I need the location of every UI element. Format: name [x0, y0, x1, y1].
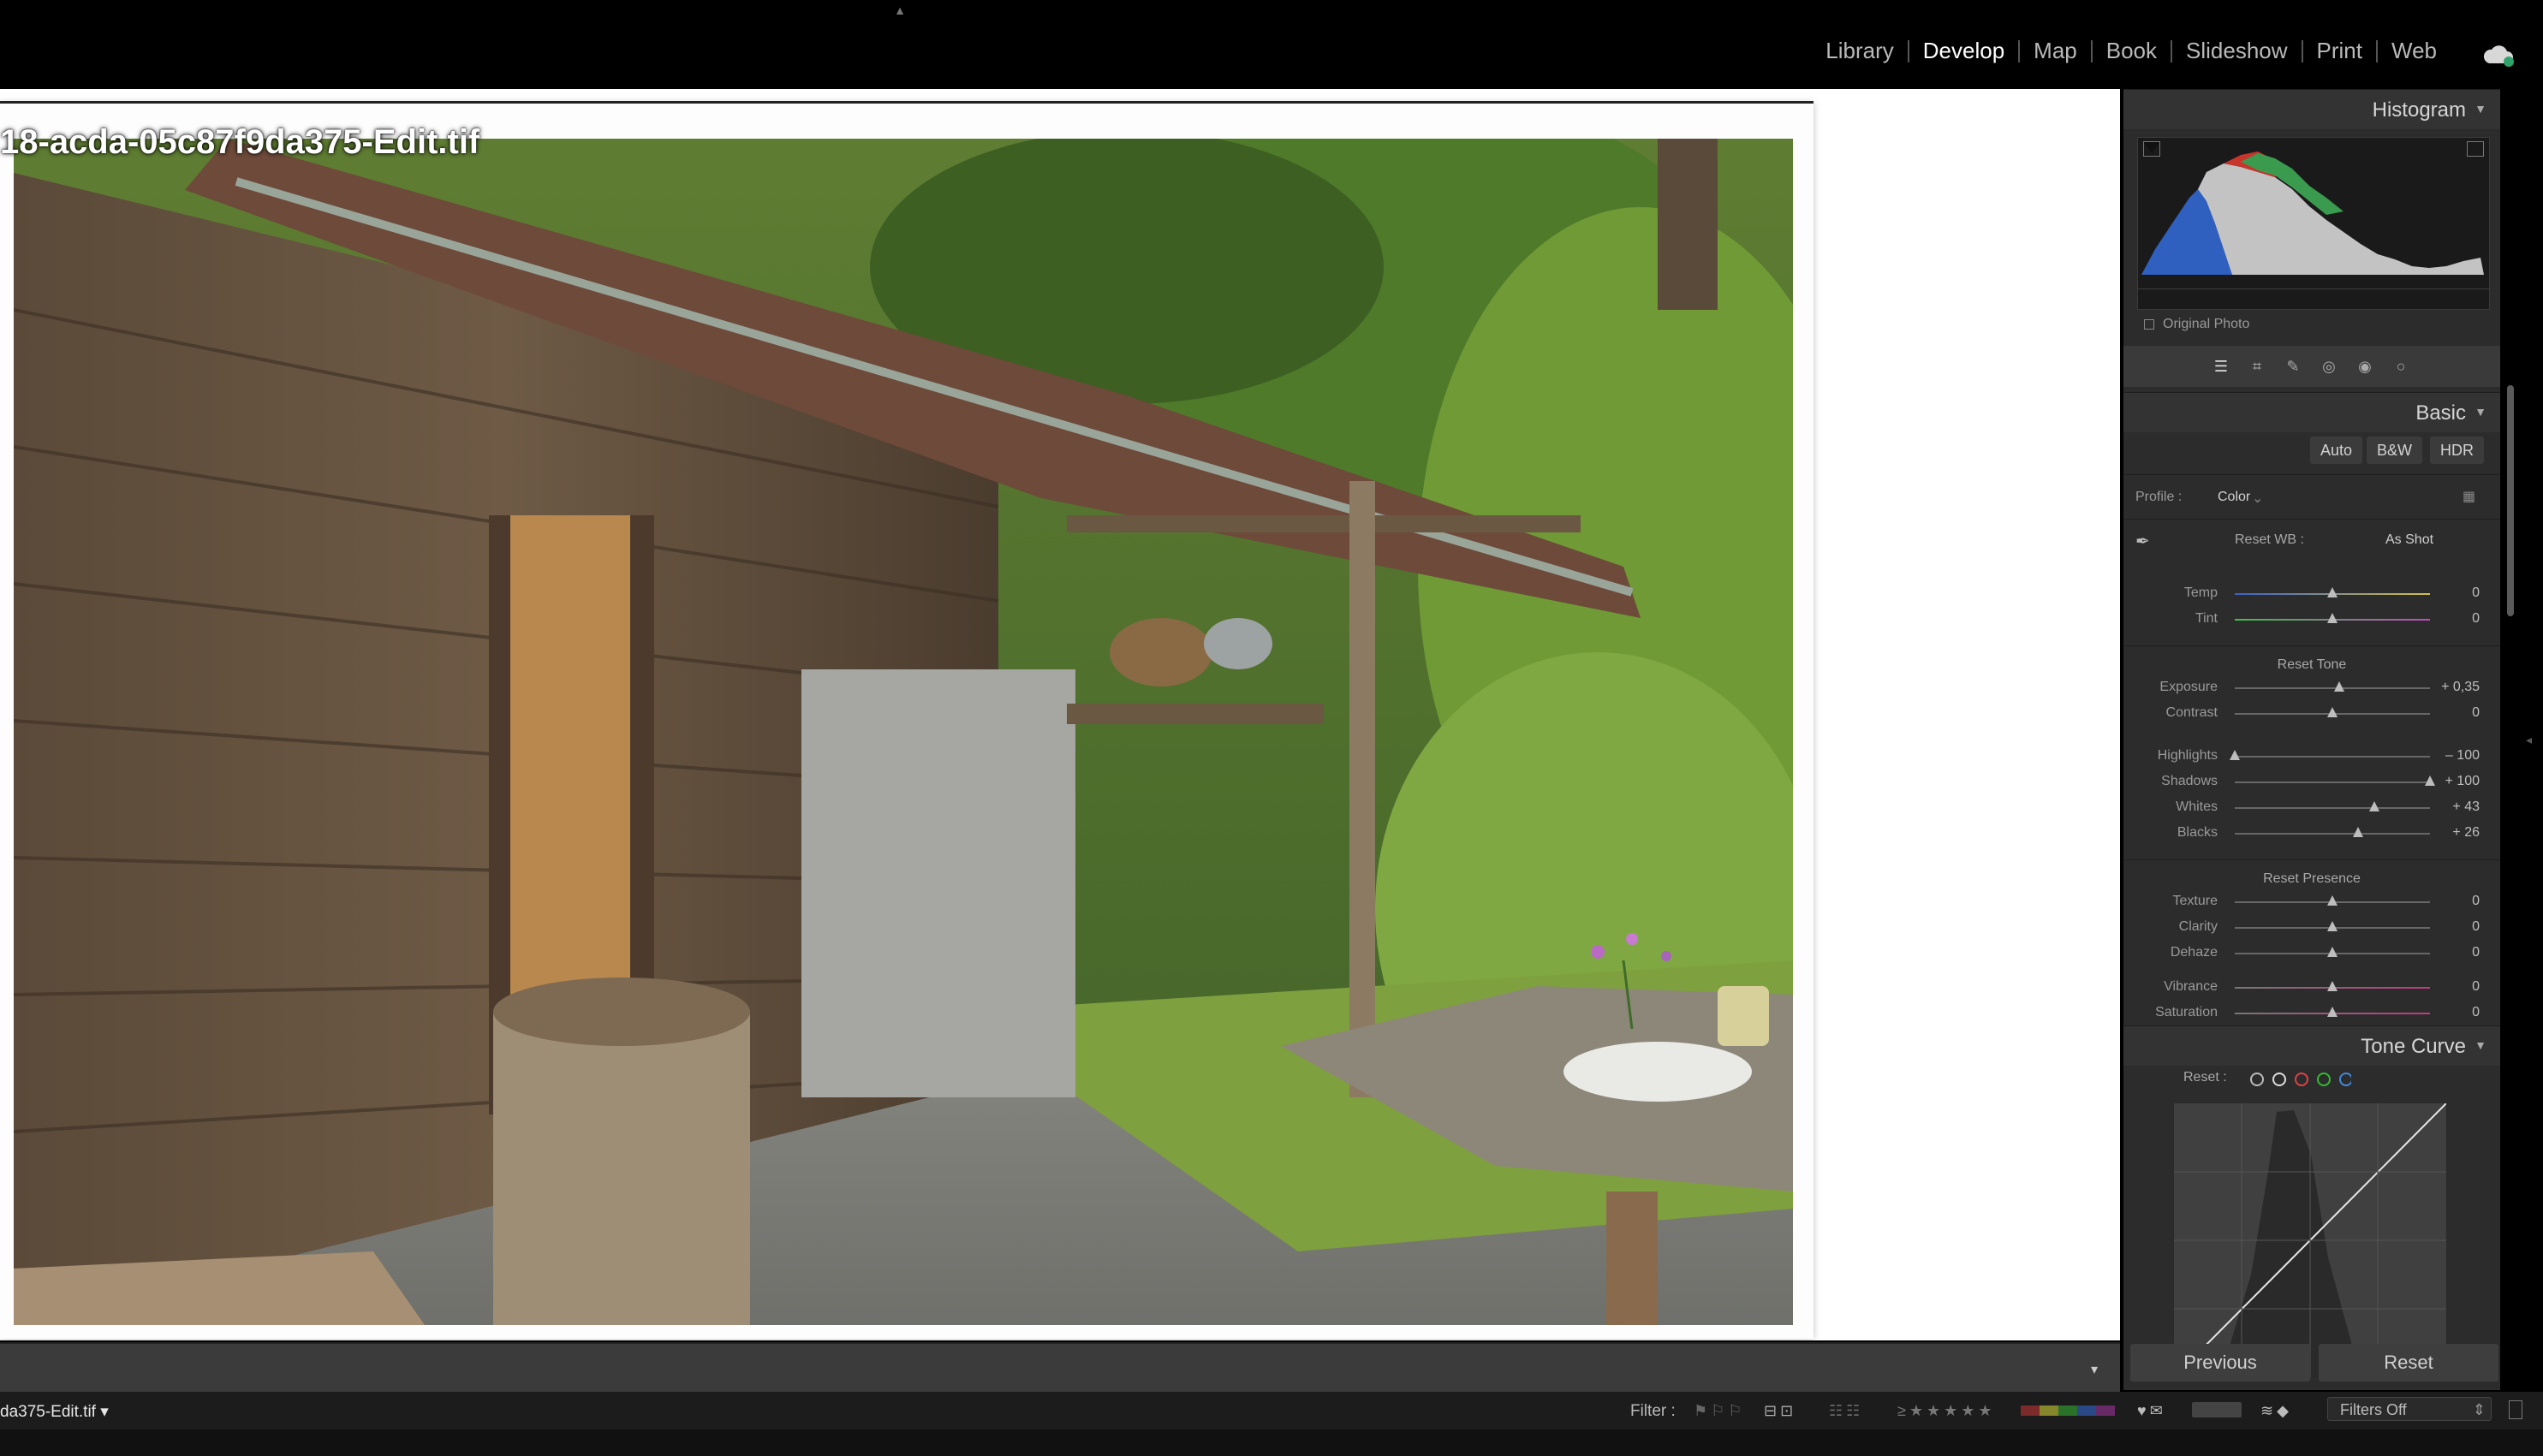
blacks-value[interactable]: + 26: [2428, 825, 2480, 841]
filter-lock-icon[interactable]: [2509, 1400, 2522, 1419]
whites-label: Whites: [2176, 799, 2218, 814]
divider: [2123, 859, 2500, 860]
view-toolbar: ▾: [0, 1342, 2120, 1392]
view-filter-icons[interactable]: ☷☷: [1829, 1402, 1863, 1420]
tint-value[interactable]: 0: [2428, 611, 2480, 627]
chevron-down-icon: ⇕: [2472, 1401, 2486, 1418]
tone-curve-channel-icons[interactable]: [2248, 1070, 2351, 1089]
module-map[interactable]: Map: [2020, 38, 2091, 64]
vibrance-slider-thumb[interactable]: [2327, 981, 2338, 991]
texture-slider-thumb[interactable]: [2327, 895, 2338, 906]
shadows-slider-track[interactable]: [2235, 781, 2430, 783]
contrast-label: Contrast: [2165, 705, 2218, 720]
previous-button[interactable]: Previous: [2130, 1344, 2310, 1382]
filters-select[interactable]: Filters Off ⇕: [2327, 1397, 2492, 1421]
highlights-value[interactable]: – 100: [2428, 748, 2480, 764]
photo-info-overlay: 18-acda-05c87f9da375-Edit.tif: [0, 123, 480, 161]
basic-sliders: Temp 0 Tint 0 Reset Tone Exposure + 0,35 Contra…: [2123, 89, 2500, 1073]
module-web[interactable]: Web: [2378, 38, 2451, 64]
blacks-slider-track[interactable]: [2235, 833, 2430, 835]
photo-frame: [0, 103, 1813, 1339]
filmstrip-area: [0, 1429, 2543, 1456]
kind-filter-icons[interactable]: ♥✉: [2137, 1402, 2166, 1420]
tone-curve-plot: [2174, 1103, 2446, 1377]
exposure-value[interactable]: + 0,35: [2428, 680, 2480, 695]
section-reset-tone[interactable]: Reset Tone: [2123, 657, 2500, 673]
contrast-slider-thumb[interactable]: [2327, 707, 2338, 717]
collapse-top-panel-icon[interactable]: ▲: [890, 3, 909, 17]
clarity-value[interactable]: 0: [2428, 919, 2480, 935]
photo-illustration: [14, 139, 1793, 1325]
edit-filter-icons[interactable]: ⊟⊡: [1764, 1402, 1796, 1420]
clarity-slider-thumb[interactable]: [2327, 921, 2338, 931]
star-rating-filter[interactable]: ≥★★★★★: [1897, 1402, 1996, 1420]
reset-button[interactable]: Reset: [2319, 1344, 2498, 1382]
section-reset-presence[interactable]: Reset Presence: [2123, 871, 2500, 887]
grid-filter-icon[interactable]: [2192, 1402, 2242, 1417]
photo-top-border: [0, 101, 1813, 104]
exposure-slider-track[interactable]: [2235, 687, 2430, 689]
clarity-label: Clarity: [2178, 919, 2218, 934]
highlights-slider-thumb[interactable]: [2230, 750, 2240, 760]
saturation-label: Saturation: [2155, 1005, 2218, 1019]
blacks-label: Blacks: [2177, 825, 2218, 840]
panel-collapse-icon: ▼: [2475, 1038, 2486, 1052]
tone-curve-title: Tone Curve: [2361, 1035, 2466, 1058]
cloud-sync-icon[interactable]: [2481, 45, 2516, 67]
temp-label: Temp: [2183, 585, 2218, 600]
module-picker: Library Develop Map Book Slideshow Print Web: [1812, 38, 2451, 64]
whites-slider-thumb[interactable]: [2369, 801, 2380, 811]
filter-label: Filter :: [1630, 1402, 1676, 1420]
module-book[interactable]: Book: [2093, 38, 2171, 64]
module-library[interactable]: Library: [1812, 38, 1907, 64]
develop-right-panel: Histogram ▼ Original Photo ☰ ⌗ ✎ ◎ ◉ ○ B…: [2123, 89, 2500, 1390]
temp-value[interactable]: 0: [2428, 585, 2480, 601]
highlights-label: Highlights: [2157, 748, 2218, 763]
tone-curve-graph[interactable]: [2173, 1102, 2447, 1378]
divider: [2123, 645, 2500, 646]
saturation-slider-thumb[interactable]: [2327, 1007, 2338, 1017]
tone-curve-panel-header[interactable]: Tone Curve ▼: [2123, 1025, 2500, 1066]
dehaze-label: Dehaze: [2170, 945, 2218, 960]
tint-slider-thumb[interactable]: [2327, 613, 2338, 623]
color-label-filter[interactable]: [2021, 1405, 2115, 1416]
saturation-value[interactable]: 0: [2428, 1005, 2480, 1020]
toolbar-menu-chevron-icon[interactable]: ▾: [2091, 1361, 2098, 1378]
flag-filter-icons[interactable]: ⚑⚐⚐: [1694, 1402, 1745, 1420]
whites-slider-track[interactable]: [2235, 807, 2430, 809]
contrast-value[interactable]: 0: [2428, 705, 2480, 721]
tint-label: Tint: [2195, 611, 2218, 626]
exposure-slider-thumb[interactable]: [2333, 681, 2344, 692]
highlights-slider-track[interactable]: [2235, 756, 2430, 758]
photo-image[interactable]: [14, 139, 1793, 1325]
right-panel-scrollbar[interactable]: [2507, 385, 2514, 616]
tone-curve-reset[interactable]: Reset :: [2183, 1070, 2227, 1085]
module-develop[interactable]: Develop: [1909, 38, 2018, 64]
filmstrip-filename[interactable]: da375-Edit.tif ▾: [0, 1402, 109, 1422]
right-panel-toggle-icon[interactable]: ◂: [2526, 733, 2532, 747]
shadows-label: Shadows: [2161, 774, 2218, 788]
texture-value[interactable]: 0: [2428, 894, 2480, 909]
layers-icon[interactable]: ≋◆: [2260, 1402, 2292, 1420]
texture-label: Texture: [2172, 894, 2218, 908]
exposure-label: Exposure: [2159, 680, 2218, 694]
vibrance-value[interactable]: 0: [2428, 979, 2480, 995]
module-slideshow[interactable]: Slideshow: [2172, 38, 2302, 64]
module-print[interactable]: Print: [2303, 38, 2376, 64]
blacks-slider-thumb[interactable]: [2352, 827, 2363, 837]
temp-slider-thumb[interactable]: [2327, 587, 2338, 597]
dehaze-slider-thumb[interactable]: [2327, 947, 2338, 957]
whites-value[interactable]: + 43: [2428, 799, 2480, 815]
vibrance-label: Vibrance: [2164, 979, 2218, 994]
module-bar: ▲ Library Develop Map Book Slideshow Print Web: [0, 0, 2543, 89]
shadows-value[interactable]: + 100: [2428, 774, 2480, 789]
dehaze-value[interactable]: 0: [2428, 945, 2480, 960]
image-view: 18-acda-05c87f9da375-Edit.tif: [0, 89, 2120, 1340]
filmstrip-header: da375-Edit.tif ▾ Filter : ⚑⚐⚐ ⊟⊡ ☷☷ ≥★★★…: [0, 1392, 2543, 1429]
